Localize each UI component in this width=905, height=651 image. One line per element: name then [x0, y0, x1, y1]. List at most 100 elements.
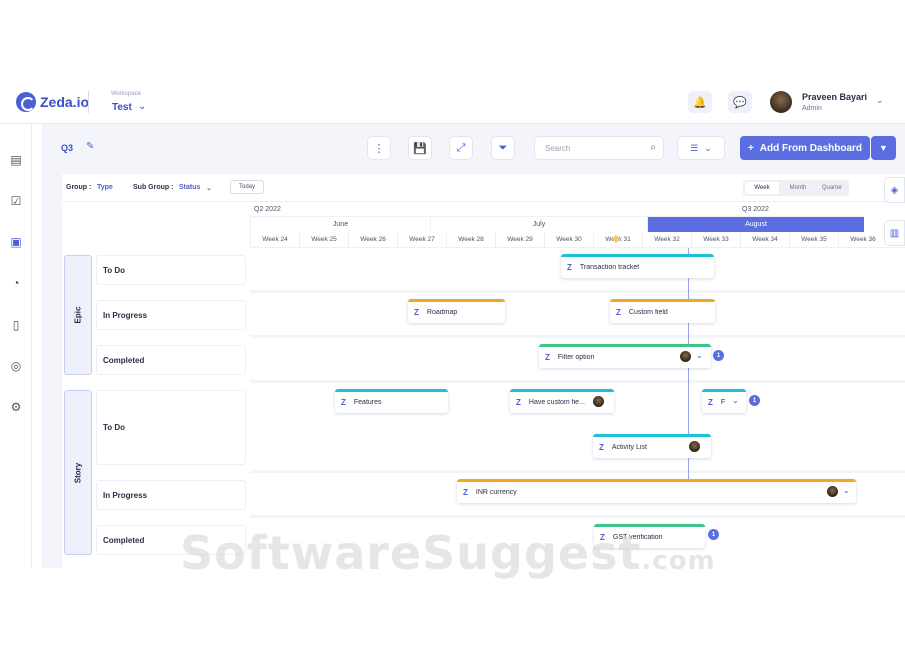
chevron-down-icon: ⌄: [704, 142, 712, 153]
card-title: F: [720, 398, 726, 406]
roadmap-card[interactable]: Z Filter option ⌄: [539, 344, 711, 368]
assignee-avatar: [593, 396, 604, 407]
card-title: Roadmap: [426, 308, 458, 316]
chevron-down-icon[interactable]: ⌄: [206, 184, 212, 192]
assignee-avatar: [680, 351, 691, 362]
week-label: Week 29: [495, 232, 544, 247]
zeda-item-icon: Z: [708, 397, 713, 407]
scale-week[interactable]: Week: [745, 182, 779, 194]
avatar[interactable]: [770, 91, 792, 113]
roadmap-card[interactable]: Z Custom field: [610, 299, 715, 323]
scale-quarter[interactable]: Quarter: [815, 180, 849, 196]
search-input[interactable]: Search ⌕: [534, 136, 664, 160]
gantt-icon: ☰: [690, 142, 699, 153]
zeda-item-icon: Z: [616, 307, 621, 317]
map-icon[interactable]: ▥: [884, 220, 905, 246]
bell-icon[interactable]: 🔔: [688, 91, 712, 113]
inbox-icon[interactable]: ▤: [8, 152, 24, 168]
subgroup-label: Sub Group :: [133, 184, 174, 191]
scale-month[interactable]: Month: [781, 180, 815, 196]
save-icon[interactable]: 💾: [408, 136, 432, 160]
feedback-icon[interactable]: 💬: [728, 91, 752, 113]
today-marker-line: [688, 248, 689, 498]
document-icon[interactable]: ▯: [8, 317, 24, 333]
sidebar: ▤ ☑ ▣ ◔ ▯ ◎ ⚙: [0, 124, 32, 568]
card-color-bar: [702, 389, 746, 392]
toolbar: Q3 ✎ ⋮ 💾 ⤢ ⏷ Search ⌕ ☰ ⌄ + Add From Das…: [42, 124, 905, 170]
period-title: Q3: [61, 143, 74, 153]
chevron-down-icon[interactable]: ⌄: [843, 486, 850, 495]
week-label: Week 32: [642, 232, 691, 247]
card-title: Features: [353, 398, 382, 406]
support-icon[interactable]: ◎: [8, 358, 24, 374]
roadmap-board: Group : Type Sub Group : Status ⌄ Today …: [62, 174, 905, 568]
week-label: Week 28: [446, 232, 495, 247]
roadmap-card[interactable]: Z Activity List: [593, 434, 711, 458]
view-selector[interactable]: ☰ ⌄: [677, 136, 725, 160]
edit-icon[interactable]: ✎: [86, 141, 94, 152]
insights-icon[interactable]: ◔: [8, 275, 24, 291]
search-icon[interactable]: ⌕: [650, 142, 656, 153]
chevron-down-icon[interactable]: ⌄: [732, 396, 739, 405]
card-color-bar: [510, 389, 614, 392]
group-label: Group :: [66, 184, 92, 191]
brand-logo[interactable]: Zeda.io: [16, 92, 89, 112]
roadmap-share-icon[interactable]: ◈: [884, 177, 905, 203]
quarter-label: Q2 2022: [254, 205, 281, 213]
quarter-label: Q3 2022: [742, 205, 769, 213]
group-select[interactable]: Type: [97, 184, 113, 191]
card-title: Filter option: [557, 353, 595, 361]
user-name: Praveen Bayari: [802, 92, 868, 102]
chevron-down-icon[interactable]: ⌄: [696, 351, 703, 360]
roadmap-card[interactable]: Z Have custom fie...: [510, 389, 614, 413]
timescale-toggle: Week Month Quarter: [743, 180, 849, 196]
group-label: Epic: [73, 306, 83, 324]
chevron-down-icon[interactable]: ⌄: [876, 95, 884, 106]
top-bar: Zeda.io Workspace Test ⌄ 🔔 💬 Praveen Bay…: [0, 80, 905, 124]
week-label: Week 27: [397, 232, 446, 247]
fullscreen-icon[interactable]: ⤢: [449, 136, 473, 160]
zeda-item-icon: Z: [414, 307, 419, 317]
month-label: July: [430, 216, 647, 232]
roadmap-card[interactable]: Z F ⌄: [702, 389, 746, 413]
card-color-bar: [610, 299, 715, 302]
roadmap-icon[interactable]: ▣: [8, 234, 24, 250]
week-label: Week 24: [250, 232, 299, 247]
lane-label: In Progress: [96, 300, 246, 330]
count-badge[interactable]: 1: [749, 395, 760, 406]
count-badge[interactable]: 1: [713, 350, 724, 361]
main-content: Q3 ✎ ⋮ 💾 ⤢ ⏷ Search ⌕ ☰ ⌄ + Add From Das…: [42, 124, 905, 568]
card-color-bar: [561, 254, 714, 257]
subgroup-select[interactable]: Status: [179, 184, 200, 191]
workspace-selector[interactable]: Test: [112, 102, 132, 113]
card-title: INR currency: [475, 488, 517, 496]
filter-icon[interactable]: ⏷: [491, 136, 515, 160]
add-from-dashboard-button[interactable]: + Add From Dashboard: [740, 136, 870, 160]
divider: [88, 91, 89, 113]
roadmap-card[interactable]: Z INR currency ⌄: [457, 479, 856, 503]
month-label: August: [647, 216, 864, 232]
watermark: SoftwareSuggest.com: [180, 526, 716, 580]
group-story: Story: [64, 390, 92, 555]
assignee-avatar: [827, 486, 838, 497]
roadmap-card[interactable]: Z Features: [335, 389, 448, 413]
checklist-icon[interactable]: ☑: [8, 193, 24, 209]
assignee-avatar: [689, 441, 700, 452]
week-label: Week 25: [299, 232, 348, 247]
add-dropdown-button[interactable]: ▼: [871, 136, 896, 160]
card-color-bar: [457, 479, 856, 482]
roadmap-card[interactable]: Z Roadmap: [408, 299, 505, 323]
zeda-item-icon: Z: [341, 397, 346, 407]
zeda-item-icon: Z: [545, 352, 550, 362]
settings-icon[interactable]: ⚙: [8, 399, 24, 415]
week-label: Week 30: [544, 232, 593, 247]
roadmap-card[interactable]: Z Transaction tracket: [561, 254, 714, 278]
chevron-down-icon[interactable]: ⌄: [138, 101, 146, 112]
today-button[interactable]: Today: [230, 180, 264, 194]
card-title: Custom field: [628, 308, 668, 316]
zeda-item-icon: Z: [516, 397, 521, 407]
add-button-label: Add From Dashboard: [759, 142, 863, 154]
quarter-row: Q2 2022 Q3 2022: [250, 202, 905, 216]
week-label: Week 34: [740, 232, 789, 247]
more-options-icon[interactable]: ⋮: [367, 136, 391, 160]
